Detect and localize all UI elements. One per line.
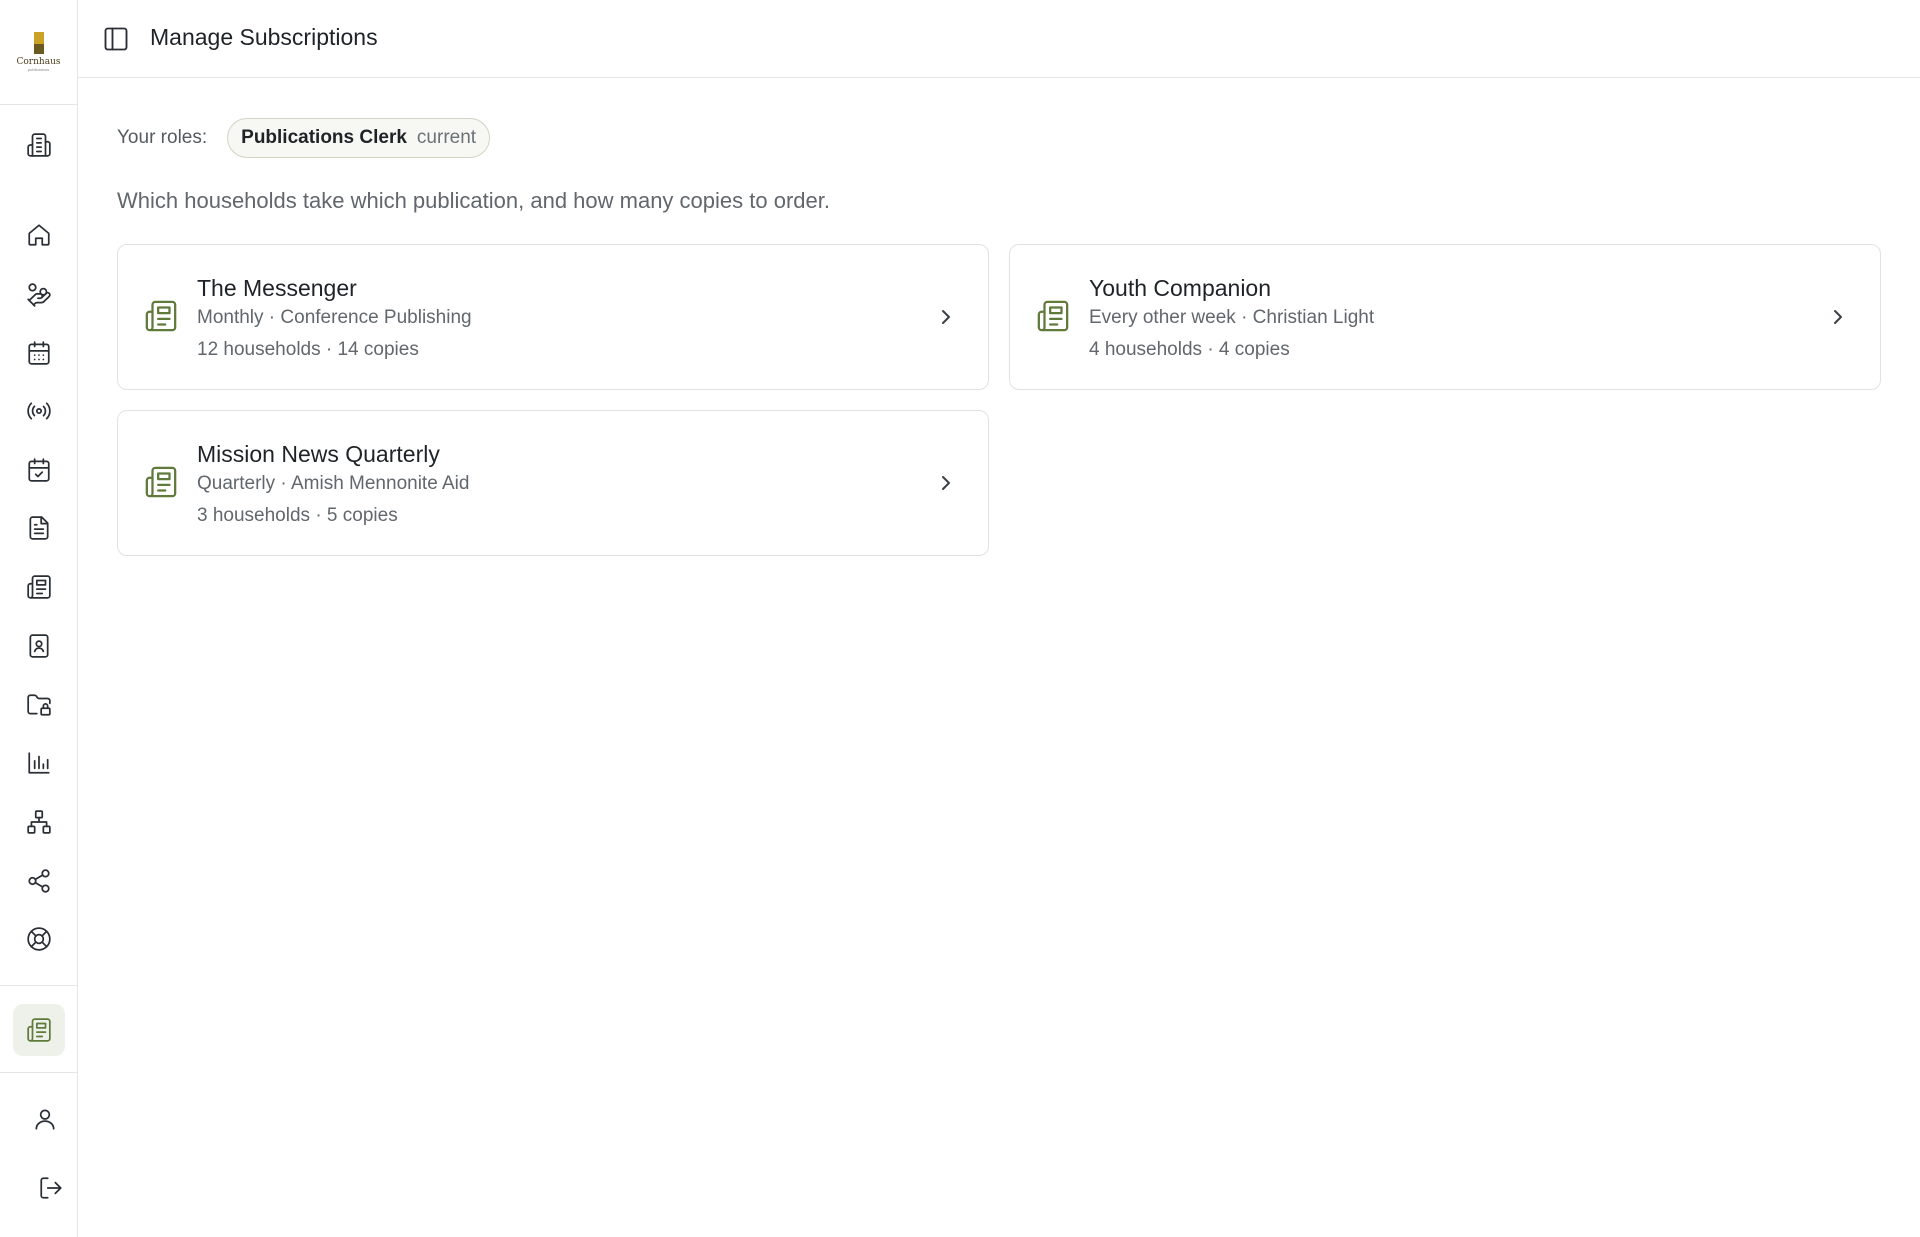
sidebar-item-schedule[interactable] — [19, 450, 59, 490]
chevron-right-icon — [1834, 310, 1842, 324]
sidebar-item-broadcast[interactable] — [19, 391, 59, 431]
logo-mark — [33, 32, 44, 54]
share-icon — [28, 869, 50, 893]
publication-meta: Every other week · Christian Light — [1089, 307, 1375, 328]
sidebar-item-reports[interactable] — [19, 743, 59, 783]
user-icon — [35, 1109, 55, 1130]
sidebar-divider — [0, 1072, 77, 1073]
document-icon — [29, 516, 49, 540]
sidebar-item-profile[interactable] — [25, 1099, 65, 1139]
hand-coins-icon — [27, 283, 51, 307]
role-pill[interactable]: Publications Clerk current — [227, 118, 491, 158]
page-title: Manage Subscriptions — [150, 24, 378, 50]
role-status: current — [416, 127, 477, 148]
publication-title: Youth Companion — [1089, 275, 1272, 301]
sidebar-toggle-icon[interactable] — [102, 25, 130, 53]
org-chart-icon — [27, 810, 51, 834]
newspaper-icon — [145, 466, 177, 498]
folder-lock-icon — [27, 694, 51, 716]
newspaper-icon — [27, 1018, 51, 1042]
home-icon — [28, 224, 50, 246]
roles-label: Your roles: — [117, 127, 208, 148]
app-logo[interactable]: Cornhaus publications — [0, 0, 77, 105]
publication-meta: Quarterly · Amish Mennonite Aid — [197, 473, 470, 494]
chevron-right-icon — [942, 476, 950, 490]
page-description: Which households take which publication,… — [117, 188, 830, 213]
publication-title: Mission News Quarterly — [197, 441, 440, 467]
sidebar-item-calendar[interactable] — [19, 333, 59, 373]
sidebar-item-publications[interactable] — [19, 567, 59, 607]
logo-subtext: publications — [27, 67, 50, 72]
contact-book-icon — [29, 634, 49, 658]
logo-text: Cornhaus — [16, 57, 61, 67]
sidebar-item-help[interactable] — [19, 919, 59, 959]
publication-card[interactable]: The Messenger Monthly · Conference Publi… — [117, 244, 989, 390]
publication-card[interactable]: Mission News Quarterly Quarterly · Amish… — [117, 410, 989, 556]
publication-meta: Monthly · Conference Publishing — [197, 307, 472, 328]
sidebar-item-directory[interactable] — [19, 626, 59, 666]
calendar-icon — [28, 341, 50, 365]
building-icon — [27, 133, 51, 157]
sidebar-item-manage-subscriptions[interactable] — [13, 1004, 65, 1056]
sidebar-divider — [0, 985, 77, 986]
publication-counts: 12 households · 14 copies — [197, 339, 419, 360]
sidebar-item-logout[interactable] — [31, 1168, 71, 1208]
chevron-right-icon — [942, 310, 950, 324]
publication-counts: 4 households · 4 copies — [1089, 339, 1290, 360]
newspaper-icon — [27, 575, 51, 599]
calendar-check-icon — [28, 458, 50, 482]
sidebar-item-sharing[interactable] — [19, 861, 59, 901]
newspaper-icon — [145, 300, 177, 332]
sidebar-item-private-files[interactable] — [19, 685, 59, 725]
newspaper-icon — [1037, 300, 1069, 332]
bar-chart-icon — [28, 752, 50, 774]
sidebar-item-documents[interactable] — [19, 508, 59, 548]
sidebar-item-giving[interactable] — [19, 275, 59, 315]
roles-row: Your roles: Publications Clerk current — [117, 118, 491, 158]
sidebar-item-home[interactable] — [19, 215, 59, 255]
logout-icon — [40, 1177, 62, 1199]
lifebuoy-icon — [27, 927, 51, 951]
broadcast-icon — [27, 402, 51, 420]
role-name: Publications Clerk — [241, 127, 407, 148]
sidebar-item-structure[interactable] — [19, 802, 59, 842]
publication-counts: 3 households · 5 copies — [197, 505, 398, 526]
publication-title: The Messenger — [197, 275, 357, 301]
top-header: Manage Subscriptions — [78, 0, 1920, 78]
publication-card[interactable]: Youth Companion Every other week · Chris… — [1009, 244, 1881, 390]
sidebar-item-organization[interactable] — [19, 125, 59, 165]
sidebar: Cornhaus publications — [0, 0, 78, 1237]
